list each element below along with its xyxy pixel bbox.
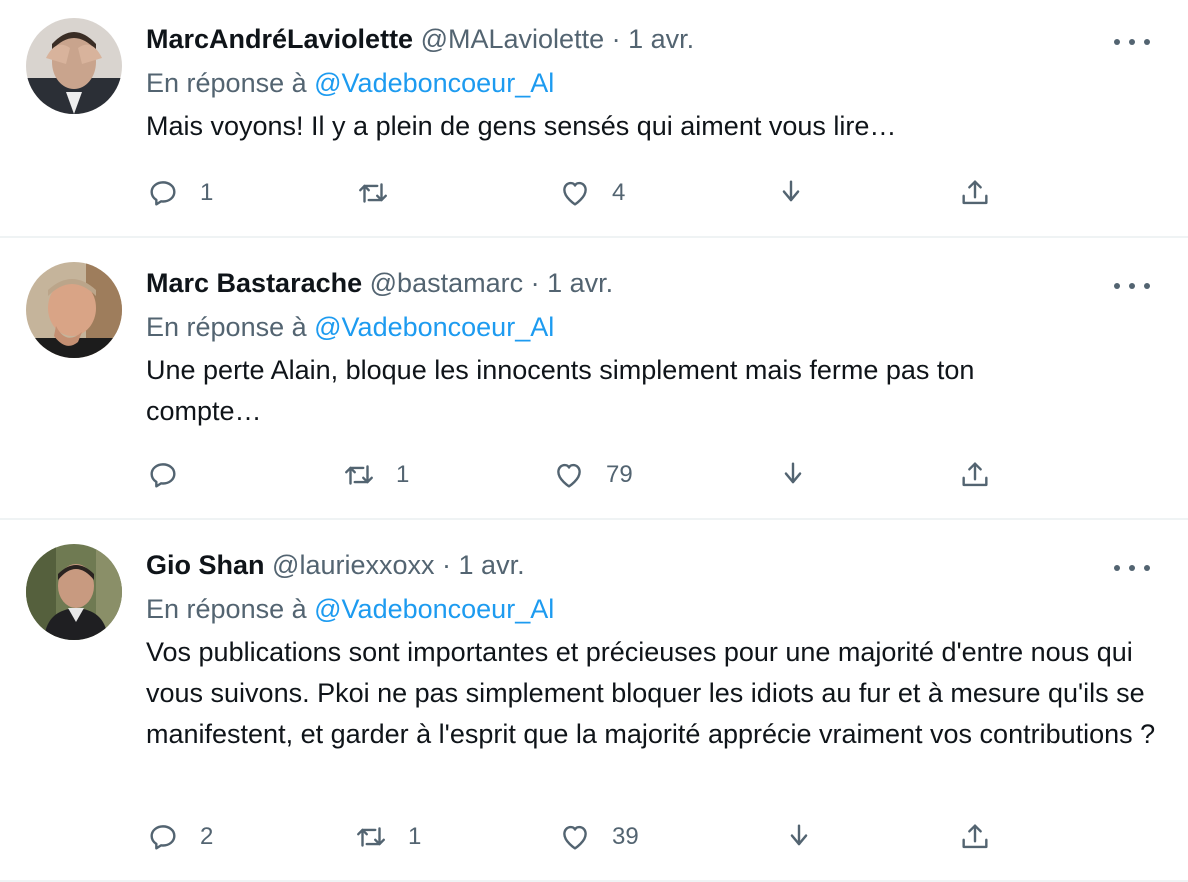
reply-prefix: En réponse à [146,312,307,342]
share-button[interactable] [958,173,992,213]
more-icon[interactable] [1112,274,1152,298]
reply-context: En réponse à @Vadeboncoeur_Al [146,66,1148,100]
retweet-button[interactable]: 1 [354,817,421,857]
timestamp[interactable]: 1 avr. [459,550,525,580]
reply-count: 1 [200,179,214,206]
timestamp[interactable]: 1 avr. [547,268,613,298]
avatar[interactable] [26,18,122,114]
display-name[interactable]: MarcAndréLaviolette [146,24,413,54]
handle[interactable]: @lauriexxoxx [272,550,434,580]
retweet-icon [345,465,373,485]
share-icon [962,824,988,849]
mention-link[interactable]: @Vadeboncoeur_Al [314,68,554,98]
reply-count: 2 [200,823,214,850]
tweet[interactable]: Marc Bastarache @bastamarc · 1 avr. En r… [0,238,1188,520]
action-bar: 1 79 [0,455,1188,495]
reply-button[interactable] [146,455,200,495]
download-button[interactable] [782,817,816,857]
handle[interactable]: @MALaviolette [421,24,605,54]
like-icon [563,825,587,850]
mention-link[interactable]: @Vadeboncoeur_Al [314,594,554,624]
like-button[interactable]: 79 [552,455,633,495]
download-button[interactable] [776,455,810,495]
retweet-count: 1 [408,823,422,850]
mention-link[interactable]: @Vadeboncoeur_Al [314,312,554,342]
retweet-button[interactable] [356,173,410,213]
tweet-header: Gio Shan @lauriexxoxx · 1 avr. [146,548,1148,582]
reply-button[interactable]: 1 [146,173,213,213]
tweet[interactable]: MarcAndréLaviolette @MALaviolette · 1 av… [0,0,1188,238]
like-count: 39 [612,823,639,850]
like-count: 79 [606,461,633,488]
separator-dot: · [530,268,540,298]
reply-prefix: En réponse à [146,594,307,624]
like-count: 4 [612,179,626,206]
tweet-text: Vos publications sont importantes et pré… [146,637,1156,749]
tweet-header: Marc Bastarache @bastamarc · 1 avr. [146,266,1148,300]
share-icon [962,180,988,205]
download-icon [790,824,808,846]
handle[interactable]: @bastamarc [370,268,523,298]
reply-prefix: En réponse à [146,68,307,98]
action-bar: 1 4 [0,173,1188,213]
download-icon [784,462,802,484]
more-icon[interactable] [1112,30,1152,54]
like-button[interactable]: 39 [558,817,639,857]
separator-dot: · [442,550,452,580]
retweet-count: 1 [396,461,410,488]
separator-dot: · [611,24,621,54]
like-icon [563,181,587,206]
display-name[interactable]: Gio Shan [146,550,265,580]
tweet-text: Une perte Alain, bloque les innocents si… [146,355,975,426]
reply-icon [150,181,176,206]
share-button[interactable] [958,817,992,857]
reply-button[interactable]: 2 [146,817,213,857]
reply-context: En réponse à @Vadeboncoeur_Al [146,592,1148,626]
tweet-header: MarcAndréLaviolette @MALaviolette · 1 av… [146,22,1148,56]
tweet-text: Mais voyons! Il y a plein de gens sensés… [146,111,897,141]
avatar[interactable] [26,544,122,640]
retweet-icon [359,183,387,203]
action-bar: 2 1 39 [0,817,1188,857]
share-icon [962,462,988,487]
like-icon [557,463,581,488]
display-name[interactable]: Marc Bastarache [146,268,362,298]
download-icon [782,180,800,202]
retweet-button[interactable]: 1 [342,455,409,495]
avatar[interactable] [26,262,122,358]
retweet-icon [357,827,385,847]
reply-icon [150,825,176,850]
download-button[interactable] [774,173,808,213]
like-button[interactable]: 4 [558,173,625,213]
share-button[interactable] [958,455,992,495]
reply-context: En réponse à @Vadeboncoeur_Al [146,310,1148,344]
reply-icon [150,463,176,488]
timestamp[interactable]: 1 avr. [628,24,694,54]
tweet[interactable]: Gio Shan @lauriexxoxx · 1 avr. En répons… [0,520,1188,882]
more-icon[interactable] [1112,556,1152,580]
